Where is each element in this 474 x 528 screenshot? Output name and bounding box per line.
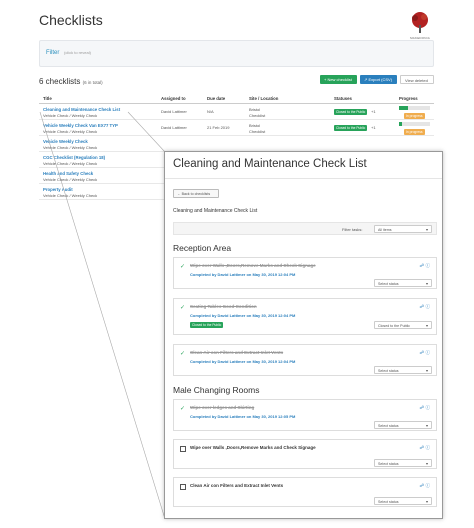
- link-icon[interactable]: ☍: [420, 445, 425, 450]
- chevron-down-icon: ▾: [425, 368, 428, 373]
- filter-tasks-label: Filter tasks:: [342, 227, 363, 232]
- task-text: Clean Air con Filters and Extract Inlet …: [190, 350, 284, 355]
- task-actions[interactable]: ☍ ⓘ: [420, 263, 430, 269]
- chevron-down-icon: ▾: [425, 323, 428, 328]
- info-icon[interactable]: ⓘ: [426, 405, 431, 410]
- task-actions[interactable]: ☍ ⓘ: [420, 445, 430, 451]
- task-status-value: Select status: [378, 499, 399, 504]
- info-icon[interactable]: ⓘ: [426, 445, 431, 450]
- task-checkbox[interactable]: [180, 484, 186, 490]
- task-completed-by: Completed by David Lattimer on May 30, 2…: [190, 313, 296, 318]
- checklist-name: Cleaning and Maintenance Check List: [173, 208, 258, 214]
- task-status-select[interactable]: Select status ▾: [374, 366, 432, 374]
- task-item[interactable]: ✓ Wipe over Walls ,Doors,Remove Marks an…: [173, 257, 437, 289]
- task-status-value: Select status: [378, 461, 399, 466]
- task-actions[interactable]: ☍ ⓘ: [420, 350, 430, 356]
- task-item[interactable]: Wipe over Walls ,Doors,Remove Marks and …: [173, 439, 437, 469]
- link-icon[interactable]: ☍: [420, 350, 425, 355]
- info-icon[interactable]: ⓘ: [426, 350, 431, 355]
- chevron-down-icon: ▾: [425, 499, 428, 504]
- task-actions[interactable]: ☍ ⓘ: [420, 304, 430, 310]
- chevron-down-icon: ▾: [425, 423, 428, 428]
- task-item[interactable]: Clean Air con Filters and Extract Inlet …: [173, 477, 437, 507]
- detail-title: Cleaning and Maintenance Check List: [173, 158, 367, 170]
- task-actions[interactable]: ☍ ⓘ: [420, 483, 430, 489]
- checklist-detail-panel: Cleaning and Maintenance Check List ← Ba…: [164, 151, 443, 519]
- check-icon: ✓: [180, 406, 186, 412]
- task-status-value: Select status: [378, 281, 399, 286]
- info-icon[interactable]: ⓘ: [426, 304, 431, 309]
- filter-tasks-select[interactable]: All items ▾: [374, 225, 432, 233]
- section-heading: Male Changing Rooms: [173, 385, 260, 395]
- back-to-checklists-button[interactable]: ← Back to checklists: [173, 189, 219, 198]
- task-item[interactable]: ✓ Wipe over ledges and Skirting Complete…: [173, 399, 437, 431]
- task-status-select[interactable]: Select status ▾: [374, 421, 432, 429]
- section-heading: Reception Area: [173, 243, 232, 253]
- info-icon[interactable]: ⓘ: [426, 263, 431, 268]
- info-icon[interactable]: ⓘ: [426, 483, 431, 488]
- status-badge: Closed to the Public: [190, 322, 224, 328]
- task-text: Wipe over Walls ,Doors,Remove Marks and …: [190, 263, 316, 268]
- task-text: Clean Air con Filters and Extract Inlet …: [190, 483, 284, 488]
- task-actions[interactable]: ☍ ⓘ: [420, 405, 430, 411]
- chevron-down-icon: ▾: [425, 227, 428, 232]
- task-checkbox[interactable]: [180, 446, 186, 452]
- divider: [165, 178, 442, 179]
- task-status-select[interactable]: Select status ▾: [374, 459, 432, 467]
- task-text: Wipe over Walls ,Doors,Remove Marks and …: [190, 445, 316, 450]
- task-item[interactable]: ✓ Clean Air con Filters and Extract Inle…: [173, 344, 437, 376]
- chevron-down-icon: ▾: [425, 281, 428, 286]
- task-item[interactable]: ✓ Seating Tables Good Condition Complete…: [173, 298, 437, 335]
- task-status-select[interactable]: Select status ▾: [374, 497, 432, 505]
- chevron-down-icon: ▾: [425, 461, 428, 466]
- task-completed-by: Completed by David Lattimer on May 30, 2…: [190, 272, 296, 277]
- task-completed-by: Completed by David Lattimer on May 30, 2…: [190, 359, 296, 364]
- check-icon: ✓: [180, 264, 186, 270]
- task-status-value: Select status: [378, 423, 399, 428]
- link-icon[interactable]: ☍: [420, 304, 425, 309]
- task-completed-by: Completed by David Lattimer on May 30, 2…: [190, 414, 296, 419]
- task-text: Seating Tables Good Condition: [190, 304, 257, 309]
- link-icon[interactable]: ☍: [420, 483, 425, 488]
- task-text: Wipe over ledges and Skirting: [190, 405, 255, 410]
- task-filter-bar: Filter tasks: All items ▾: [173, 222, 437, 235]
- task-status-value: Select status: [378, 368, 399, 373]
- task-status-select[interactable]: Closed to the Public ▾: [374, 321, 432, 329]
- link-icon[interactable]: ☍: [420, 405, 425, 410]
- check-icon: ✓: [180, 351, 186, 357]
- link-icon[interactable]: ☍: [420, 263, 425, 268]
- filter-tasks-value: All items: [378, 227, 392, 232]
- task-status-value: Closed to the Public: [378, 323, 410, 328]
- task-status-select[interactable]: Select status ▾: [374, 279, 432, 287]
- check-icon: ✓: [180, 305, 186, 311]
